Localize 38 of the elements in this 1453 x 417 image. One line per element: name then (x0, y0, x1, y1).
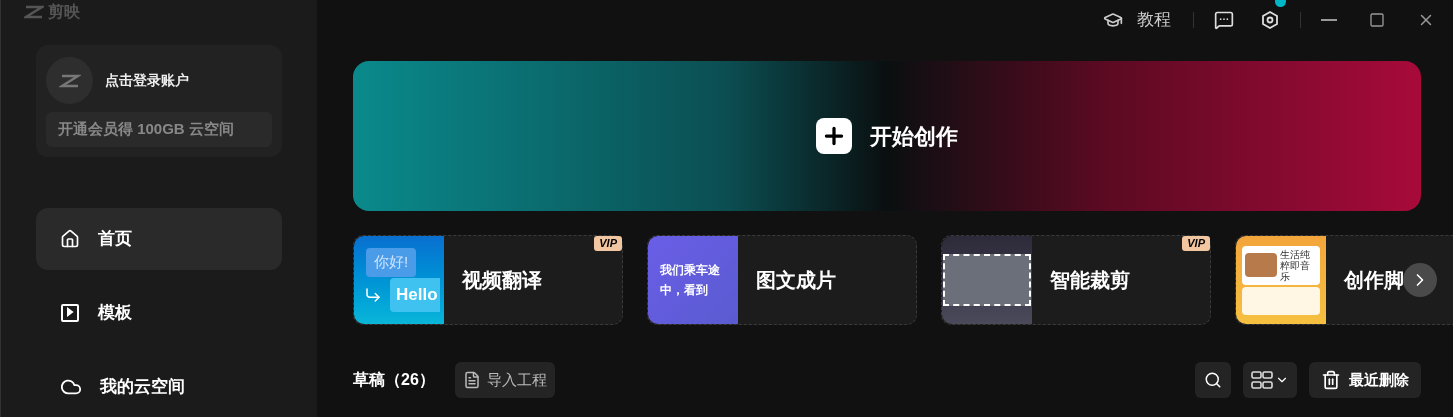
maximize-icon (1369, 12, 1385, 28)
logo-icon (58, 73, 81, 88)
drafts-title: 草稿（26） (353, 370, 435, 390)
trash-icon (1321, 370, 1341, 390)
avatar[interactable] (46, 57, 93, 104)
vip-badge: VIP (594, 236, 622, 251)
import-project-button[interactable]: 导入工程 (454, 362, 555, 398)
grid-icon (1251, 371, 1273, 389)
tool-card[interactable]: 我们乘车途中，看到 图文成片 (647, 235, 917, 325)
plus-icon (816, 118, 852, 154)
tool-card[interactable]: 智能裁剪 VIP (941, 235, 1211, 325)
nav-item[interactable]: 首页 (36, 207, 282, 270)
start-creating-banner[interactable]: 开始创作 (353, 61, 1421, 211)
logo-icon (24, 5, 44, 19)
thumbnail-text: 你好! (366, 248, 417, 277)
chat-bubble-icon (1214, 10, 1234, 30)
recently-deleted-button[interactable]: 最近删除 (1309, 362, 1421, 398)
thumbnail-text: 我们乘车途中，看到 (660, 262, 721, 299)
minimize-icon (1321, 19, 1337, 21)
tool-card[interactable]: 生活纯粹即音乐 创作脚 (1235, 235, 1453, 325)
arrow-icon (364, 286, 382, 304)
membership-promo[interactable]: 开通会员得 100GB 云空间 (46, 112, 272, 147)
vip-badge: VIP (1182, 236, 1210, 251)
tool-card[interactable]: 你好! Hello 视频翻译 VIP (353, 235, 623, 325)
app-name: 剪映 (48, 2, 80, 22)
document-icon (462, 371, 481, 389)
photo-placeholder (1245, 253, 1277, 277)
home-icon (60, 228, 80, 249)
search-button[interactable] (1195, 362, 1231, 398)
graduation-cap-icon (1103, 10, 1123, 30)
thumbnail-text: 生活纯粹即音乐 (1280, 248, 1311, 282)
template-icon (60, 302, 80, 323)
login-link[interactable]: 点击登录账户 (105, 70, 189, 91)
thumbnail-text: Hello (390, 278, 440, 312)
view-toggle-button[interactable] (1243, 362, 1297, 398)
tutorial-button[interactable]: 教程 (1093, 7, 1181, 33)
settings-icon (1260, 10, 1280, 30)
search-icon (1204, 371, 1222, 389)
